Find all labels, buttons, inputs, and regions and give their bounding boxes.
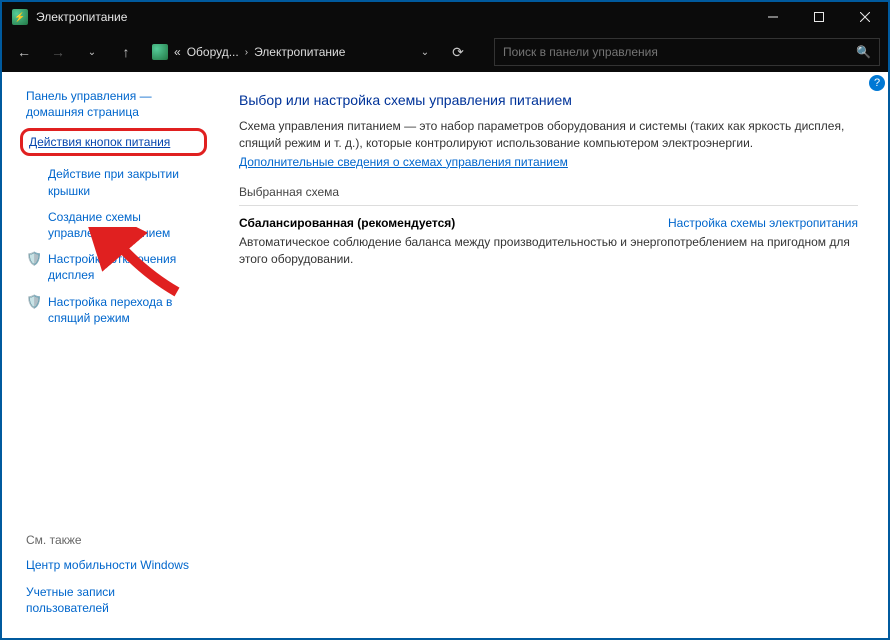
sidebar: Панель управления — домашняя страница Де…: [2, 72, 215, 638]
sidebar-user-accounts[interactable]: Учетные записи пользователей: [26, 584, 201, 616]
address-bar[interactable]: « Оборуд... › Электропитание: [146, 38, 406, 66]
highlight-annotation: Действия кнопок питания: [20, 128, 207, 156]
refresh-button[interactable]: ⟳: [444, 38, 472, 66]
help-button[interactable]: ?: [869, 75, 885, 91]
titlebar: ⚡ Электропитание: [2, 2, 888, 32]
sidebar-mobility-center[interactable]: Центр мобильности Windows: [26, 557, 201, 573]
app-icon: ⚡: [12, 9, 28, 25]
breadcrumb-1[interactable]: Оборуд...: [187, 45, 239, 59]
minimize-button[interactable]: [750, 2, 796, 32]
forward-button[interactable]: →: [44, 38, 72, 66]
chevron-right-icon[interactable]: ›: [245, 47, 248, 58]
shield-icon: 🛡️: [26, 251, 42, 267]
address-icon: [152, 44, 168, 60]
search-input[interactable]: [503, 45, 856, 59]
more-info-link[interactable]: Дополнительные сведения о схемах управле…: [239, 155, 568, 169]
plan-description: Автоматическое соблюдение баланса между …: [239, 234, 858, 268]
search-box[interactable]: 🔍: [494, 38, 880, 66]
search-icon[interactable]: 🔍: [856, 45, 871, 59]
breadcrumb-2[interactable]: Электропитание: [254, 45, 345, 59]
sidebar-lid-action-label: Действие при закрытии крышки: [48, 166, 201, 198]
sidebar-sleep-mode-label: Настройка перехода в спящий режим: [48, 294, 201, 326]
address-dropdown[interactable]: ⌄: [412, 38, 438, 66]
see-also-label: См. также: [26, 533, 201, 547]
close-button[interactable]: [842, 2, 888, 32]
sidebar-sleep-mode[interactable]: 🛡️ Настройка перехода в спящий режим: [26, 294, 201, 326]
main-pane: Выбор или настройка схемы управления пит…: [215, 72, 888, 638]
page-description: Схема управления питанием — это набор па…: [239, 118, 858, 153]
navbar: ← → ⌄ ↑ « Оборуд... › Электропитание ⌄ ⟳…: [2, 32, 888, 72]
sidebar-power-buttons-action[interactable]: Действия кнопок питания: [29, 135, 170, 149]
up-button[interactable]: ↑: [112, 38, 140, 66]
sidebar-create-plan[interactable]: Создание схемы управления питанием: [26, 209, 201, 241]
sidebar-display-off-label: Настройка отключения дисплея: [48, 251, 201, 283]
shield-icon: 🛡️: [26, 294, 42, 310]
sidebar-lid-action[interactable]: Действие при закрытии крышки: [26, 166, 201, 198]
section-selected-plan: Выбранная схема: [239, 185, 858, 206]
maximize-button[interactable]: [796, 2, 842, 32]
plan-name: Сбалансированная (рекомендуется): [239, 216, 455, 230]
plan-settings-link[interactable]: Настройка схемы электропитания: [668, 216, 858, 230]
recent-dropdown[interactable]: ⌄: [78, 38, 106, 66]
control-panel-home-link[interactable]: Панель управления — домашняя страница: [26, 88, 201, 120]
page-heading: Выбор или настройка схемы управления пит…: [239, 92, 858, 108]
address-prefix: «: [174, 45, 181, 59]
sidebar-display-off[interactable]: 🛡️ Настройка отключения дисплея: [26, 251, 201, 283]
window-title: Электропитание: [36, 10, 750, 24]
back-button[interactable]: ←: [10, 38, 38, 66]
sidebar-mobility-center-label: Центр мобильности Windows: [26, 557, 189, 573]
sidebar-user-accounts-label: Учетные записи пользователей: [26, 584, 201, 616]
sidebar-create-plan-label: Создание схемы управления питанием: [48, 209, 201, 241]
